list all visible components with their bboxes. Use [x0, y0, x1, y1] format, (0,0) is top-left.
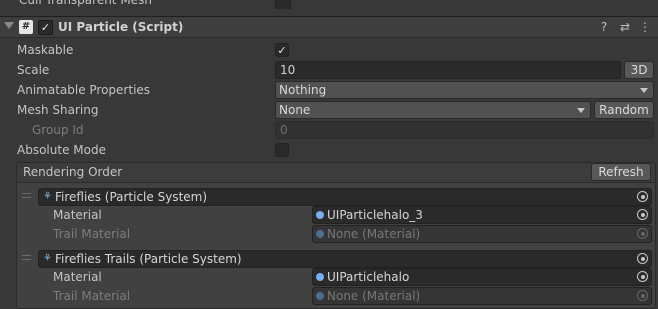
dropdown-arrow-icon: [640, 88, 648, 93]
material-icon: [316, 273, 324, 281]
cull-transparent-mesh-checkbox[interactable]: [275, 0, 291, 9]
drag-handle-icon[interactable]: [22, 193, 31, 198]
dropdown-arrow-icon: [577, 108, 585, 113]
group-id-field: 0: [275, 121, 654, 139]
kebab-menu-icon[interactable]: ⋮: [638, 20, 652, 34]
mesh-sharing-value: None: [279, 103, 311, 117]
particle-system-name: Fireflies Trails (Particle System): [55, 252, 242, 266]
presets-icon[interactable]: ⇄: [618, 20, 632, 34]
random-button[interactable]: Random: [594, 101, 654, 119]
animatable-properties-label: Animatable Properties: [17, 83, 151, 97]
particle-system-field[interactable]: ⚘ Fireflies (Particle System): [38, 188, 652, 206]
scale-label: Scale: [17, 63, 50, 77]
mesh-sharing-dropdown[interactable]: None: [275, 101, 591, 119]
absolute-mode-checkbox[interactable]: [275, 143, 289, 157]
trail-material-label: Trail Material: [53, 227, 131, 241]
particle-system-icon: ⚘: [43, 191, 52, 202]
rendering-order-title: Rendering Order: [23, 165, 123, 179]
object-picker-icon[interactable]: [637, 271, 648, 282]
trail-material-field: None (Material): [312, 287, 652, 305]
foldout-arrow-icon[interactable]: [4, 22, 14, 29]
rendering-order-panel: Rendering Order Refresh ⚘ Fireflies (Par…: [16, 162, 656, 309]
material-field[interactable]: UIParticlehalo: [312, 268, 652, 286]
component-enabled-checkbox[interactable]: ✓: [38, 20, 53, 35]
material-field[interactable]: UIParticlehalo_3: [312, 206, 652, 224]
material-icon: [316, 230, 324, 238]
object-picker-icon[interactable]: [637, 191, 648, 202]
material-label: Material: [53, 270, 102, 284]
component-title: UI Particle (Script): [58, 20, 184, 34]
object-picker-icon: [637, 228, 648, 239]
trail-material-label: Trail Material: [53, 289, 131, 303]
object-picker-icon[interactable]: [637, 209, 648, 220]
particle-system-icon: ⚘: [43, 253, 52, 264]
object-picker-icon: [637, 290, 648, 301]
cull-transparent-mesh-label: Cull Transparent Mesh: [19, 0, 152, 7]
animatable-properties-value: Nothing: [279, 83, 327, 97]
refresh-button[interactable]: Refresh: [591, 163, 651, 181]
help-icon[interactable]: ?: [597, 20, 611, 34]
rendering-order-header: Rendering Order Refresh: [17, 163, 655, 183]
material-label: Material: [53, 208, 102, 222]
particle-system-name: Fireflies (Particle System): [55, 190, 208, 204]
material-icon: [316, 211, 324, 219]
absolute-mode-label: Absolute Mode: [17, 143, 106, 157]
trail-material-field: None (Material): [312, 225, 652, 243]
previous-property-row: Cull Transparent Mesh: [0, 0, 658, 9]
maskable-label: Maskable: [17, 43, 74, 57]
trail-material-value: None (Material): [327, 227, 421, 241]
material-value: UIParticlehalo: [327, 270, 410, 284]
drag-handle-icon[interactable]: [22, 255, 31, 260]
scale-3d-button[interactable]: 3D: [624, 61, 654, 79]
group-id-label: Group Id: [32, 123, 84, 137]
maskable-checkbox[interactable]: ✓: [275, 43, 289, 57]
trail-material-value: None (Material): [327, 289, 421, 303]
scale-field[interactable]: 10: [275, 61, 621, 79]
component-header[interactable]: # ✓ UI Particle (Script) ? ⇄ ⋮: [0, 16, 658, 38]
material-icon: [316, 292, 324, 300]
material-value: UIParticlehalo_3: [327, 208, 423, 222]
particle-system-field[interactable]: ⚘ Fireflies Trails (Particle System): [38, 250, 652, 268]
object-picker-icon[interactable]: [637, 253, 648, 264]
mesh-sharing-label: Mesh Sharing: [17, 103, 99, 117]
script-icon: #: [19, 20, 33, 34]
animatable-properties-dropdown[interactable]: Nothing: [275, 81, 654, 99]
